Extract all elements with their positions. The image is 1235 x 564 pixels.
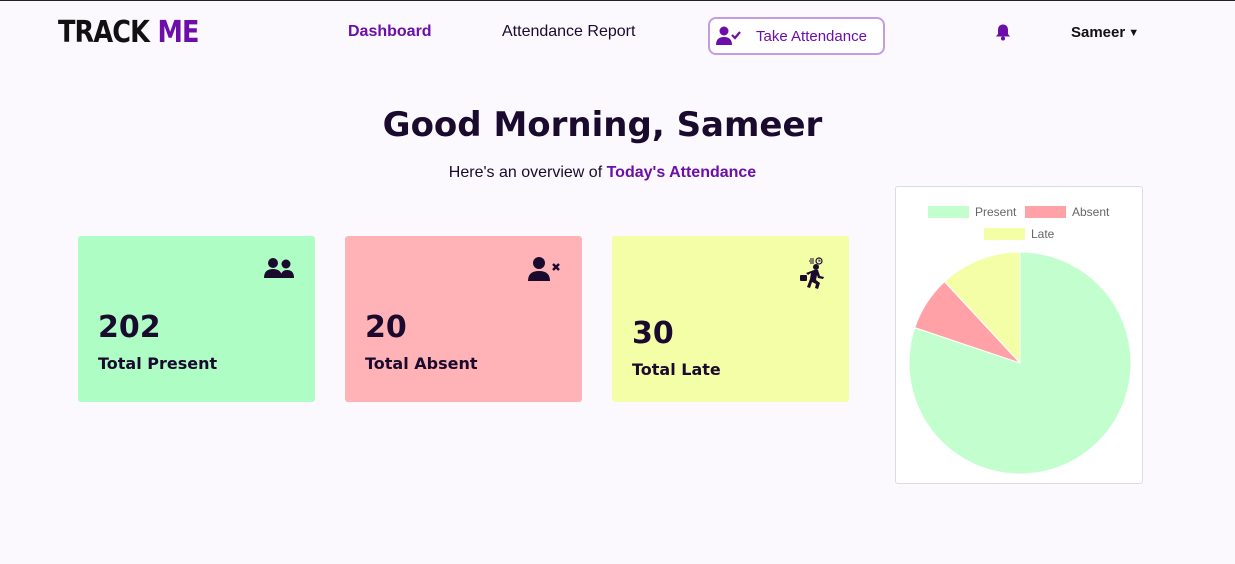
pie-svg — [908, 251, 1132, 475]
present-count: 202 — [98, 310, 161, 345]
logo[interactable]: TRACK ME — [58, 15, 199, 50]
page-title: Good Morning, Sameer — [382, 105, 823, 145]
present-card: 202 Total Present — [78, 236, 315, 402]
present-label: Total Present — [98, 354, 218, 373]
user-x-icon — [528, 256, 562, 286]
caret-down-icon: ▼ — [1128, 27, 1140, 39]
absent-label: Total Absent — [365, 354, 478, 373]
user-name: Sameer — [1071, 24, 1126, 41]
absent-card: 20 Total Absent — [345, 236, 582, 402]
bell-icon[interactable] — [994, 23, 1012, 45]
nav-attendance-report[interactable]: Attendance Report — [502, 23, 635, 41]
logo-part-2: ME — [157, 15, 199, 50]
page-subtitle: Here's an overview of Today's Attendance — [0, 164, 1205, 182]
late-count: 30 — [632, 316, 674, 351]
user-check-icon — [716, 26, 741, 45]
take-attendance-button[interactable]: Take Attendance — [708, 17, 885, 55]
logo-part-1: TRACK — [58, 15, 150, 50]
late-card: 30 Total Late — [612, 236, 849, 402]
absent-count: 20 — [365, 310, 407, 345]
navbar: TRACK ME Dashboard Attendance Report Take… — [0, 1, 1235, 71]
users-icon — [263, 256, 295, 284]
subtitle-highlight: Today's Attendance — [606, 164, 757, 181]
user-menu[interactable]: Sameer ▼ — [1071, 24, 1139, 41]
subtitle-prefix: Here's an overview of — [448, 164, 603, 181]
attendance-pie-chart: Present Absent Late — [895, 186, 1143, 484]
late-label: Total Late — [632, 360, 721, 379]
running-late-icon — [799, 256, 829, 294]
take-attendance-label: Take Attendance — [756, 27, 867, 45]
nav-dashboard[interactable]: Dashboard — [348, 23, 432, 41]
